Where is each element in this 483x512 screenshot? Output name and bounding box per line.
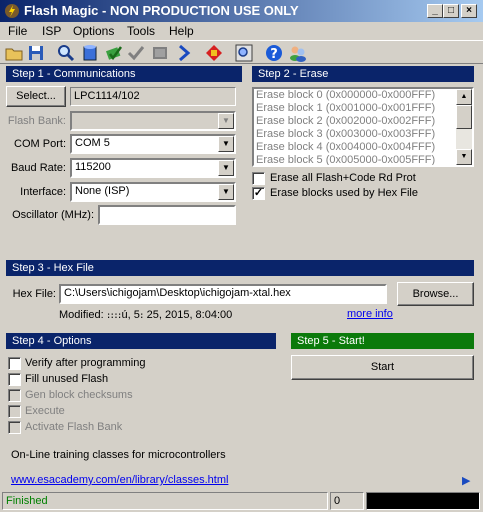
option-label: Gen block checksums xyxy=(25,389,133,401)
status-bar: Finished 0 xyxy=(0,490,483,512)
com-port-label: COM Port: xyxy=(14,138,66,150)
run-icon[interactable] xyxy=(174,43,194,63)
device-name: LPC1114/102 xyxy=(70,87,236,106)
list-item[interactable]: Erase block 0 (0x000000-0x000FFF) xyxy=(254,89,472,102)
flash-bank-select[interactable]: ▼ xyxy=(70,111,236,131)
erase-list-scrollbar[interactable]: ▲ ▼ xyxy=(456,89,472,165)
minimize-button[interactable]: _ xyxy=(427,4,443,18)
erase-used-checkbox[interactable]: ✓ xyxy=(252,187,265,200)
baud-rate-label: Baud Rate: xyxy=(10,162,66,174)
scroll-thumb[interactable] xyxy=(456,105,472,129)
status-text: Finished xyxy=(2,492,328,510)
interface-label: Interface: xyxy=(20,186,66,198)
option-label: Execute xyxy=(25,405,65,417)
option-checkbox xyxy=(8,389,21,402)
erase-block-list[interactable]: Erase block 0 (0x000000-0x000FFF) Erase … xyxy=(252,87,474,167)
hex-file-label: Hex File: xyxy=(12,288,56,300)
option-checkbox xyxy=(8,421,21,434)
option-checkbox[interactable] xyxy=(8,357,21,370)
progress-fill xyxy=(367,493,479,509)
erase-used-label: Erase blocks used by Hex File xyxy=(270,187,418,199)
maximize-icon: □ xyxy=(447,5,455,16)
erase-icon[interactable] xyxy=(104,43,124,63)
list-item[interactable]: Erase block 3 (0x003000-0x003FFF) xyxy=(254,128,472,141)
browse-button[interactable]: Browse... xyxy=(397,282,474,306)
help-icon[interactable]: ? xyxy=(264,43,284,63)
erase-all-label: Erase all Flash+Code Rd Prot xyxy=(270,172,416,184)
verify-icon[interactable] xyxy=(126,43,146,63)
chevron-down-icon[interactable]: ▼ xyxy=(218,136,234,152)
menu-file[interactable]: File xyxy=(8,24,27,38)
chevron-down-icon[interactable]: ▼ xyxy=(218,184,234,200)
option-label: Verify after programming xyxy=(25,357,146,369)
step5-header: Step 5 - Start! xyxy=(291,333,474,349)
list-item[interactable]: Erase block 1 (0x001000-0x001FFF) xyxy=(254,102,472,115)
interface-select[interactable]: None (ISP) ▼ xyxy=(70,182,236,202)
menu-tools[interactable]: Tools xyxy=(127,24,155,38)
menu-help[interactable]: Help xyxy=(169,24,194,38)
com-port-value: COM 5 xyxy=(75,137,110,149)
erase-all-checkbox[interactable] xyxy=(252,172,265,185)
save-icon[interactable] xyxy=(26,43,46,63)
status-count: 0 xyxy=(330,492,364,510)
step1-header: Step 1 - Communications xyxy=(6,66,242,82)
open-icon[interactable] xyxy=(4,43,24,63)
option-checkbox[interactable] xyxy=(8,373,21,386)
training-text: On-Line training classes for microcontro… xyxy=(11,449,226,461)
option-checkbox xyxy=(8,405,21,418)
window-title: Flash Magic - NON PRODUCTION USE ONLY xyxy=(24,3,299,18)
baud-rate-value: 115200 xyxy=(75,161,111,173)
menu-options[interactable]: Options xyxy=(73,24,114,38)
program-icon[interactable] xyxy=(150,43,170,63)
red-devices-icon[interactable] xyxy=(204,43,224,63)
menu-bar: File ISP Options Tools Help xyxy=(0,22,483,40)
more-info-link[interactable]: more info xyxy=(347,308,393,320)
oscillator-input[interactable] xyxy=(98,205,236,225)
com-port-select[interactable]: COM 5 ▼ xyxy=(70,134,236,154)
modified-date: Modified: ։։։։ú, 5։ 25, 2015, 8:04:00 xyxy=(59,309,233,321)
users-icon[interactable] xyxy=(288,43,308,63)
step3-header: Step 3 - Hex File xyxy=(6,260,474,276)
close-button[interactable]: × xyxy=(461,4,477,18)
flash-magic-app-icon xyxy=(5,4,19,18)
baud-rate-select[interactable]: 115200 ▼ xyxy=(70,158,236,178)
scroll-up-icon[interactable]: ▲ xyxy=(456,89,472,105)
chevron-down-icon[interactable]: ▼ xyxy=(218,160,234,176)
select-device-button[interactable]: Select... xyxy=(6,86,66,107)
svg-text:?: ? xyxy=(270,47,278,62)
classes-link[interactable]: www.esacademy.com/en/library/classes.htm… xyxy=(11,474,228,486)
oscillator-label: Oscillator (MHz): xyxy=(12,209,94,221)
zoom-icon[interactable] xyxy=(234,43,254,63)
minimize-icon: _ xyxy=(432,5,438,16)
blank-check-icon[interactable] xyxy=(80,43,100,63)
option-label: Fill unused Flash xyxy=(25,373,109,385)
list-item[interactable]: Erase block 5 (0x005000-0x005FFF) xyxy=(254,154,472,165)
step2-header: Step 2 - Erase xyxy=(252,66,474,82)
hex-file-input[interactable]: C:\Users\ichigojam\Desktop\ichigojam-xta… xyxy=(59,284,387,304)
toolbar: ? xyxy=(0,40,483,64)
next-arrow-icon[interactable]: ▶ xyxy=(462,474,470,487)
step4-header: Step 4 - Options xyxy=(6,333,276,349)
close-icon: × xyxy=(466,5,472,16)
start-button[interactable]: Start xyxy=(291,355,474,380)
search-icon[interactable] xyxy=(56,43,76,63)
scroll-down-icon[interactable]: ▼ xyxy=(456,149,472,165)
checkmark-icon: ✓ xyxy=(253,187,264,199)
option-label: Activate Flash Bank xyxy=(25,421,123,433)
list-item[interactable]: Erase block 2 (0x002000-0x002FFF) xyxy=(254,115,472,128)
list-item[interactable]: Erase block 4 (0x004000-0x004FFF) xyxy=(254,141,472,154)
flash-bank-label: Flash Bank: xyxy=(7,115,66,127)
menu-isp[interactable]: ISP xyxy=(42,24,61,38)
progress-bar xyxy=(366,492,480,510)
interface-value: None (ISP) xyxy=(75,185,130,197)
chevron-down-icon[interactable]: ▼ xyxy=(218,113,234,129)
maximize-button[interactable]: □ xyxy=(443,4,459,18)
title-bar[interactable]: Flash Magic - NON PRODUCTION USE ONLY _ … xyxy=(0,0,483,22)
